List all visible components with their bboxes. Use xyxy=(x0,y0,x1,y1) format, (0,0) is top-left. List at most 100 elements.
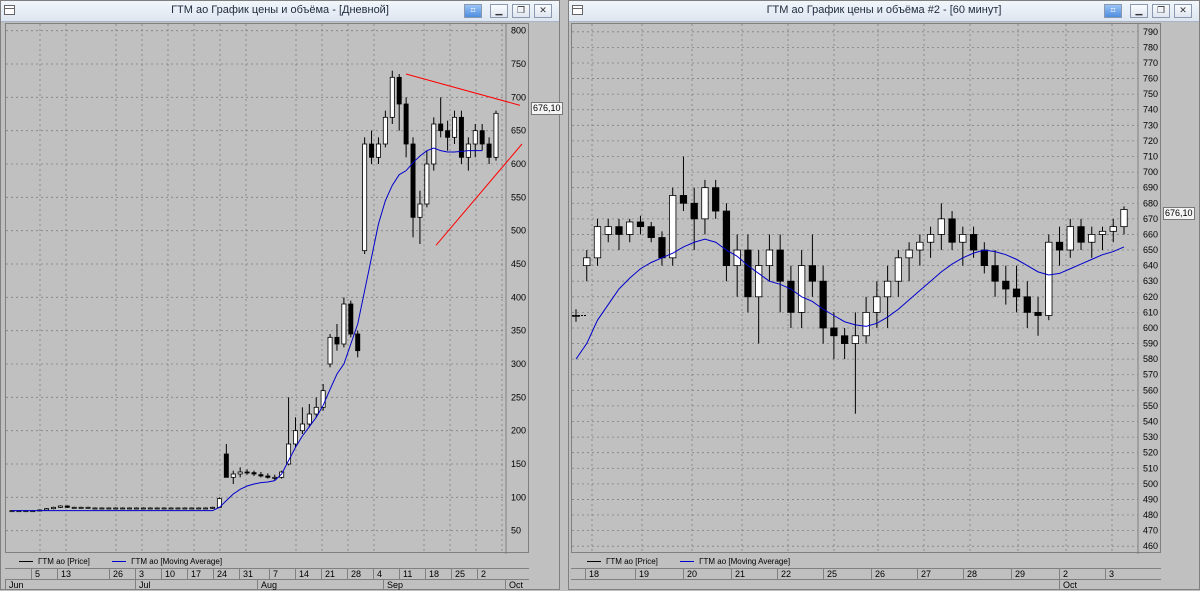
x-tick-month: Sep xyxy=(383,580,403,590)
candle-body xyxy=(765,249,774,267)
x-tick-day: 11 xyxy=(399,569,412,579)
y-tick-label: 480 xyxy=(1143,510,1158,520)
y-tick-label: 650 xyxy=(511,126,526,136)
legend-item-price: ГТМ ао [Price] xyxy=(587,557,658,566)
close-icon[interactable]: ✕ xyxy=(534,4,552,18)
y-tick-label: 610 xyxy=(1143,307,1158,317)
chart-plot-area[interactable]: 50 100 150 200 250 300 350 400 450 500 550 600 650 70… xyxy=(5,23,529,554)
candle-body xyxy=(341,303,347,345)
y-tick-label: 800 xyxy=(511,26,526,36)
y-tick-label: 460 xyxy=(1143,541,1158,551)
candle-body xyxy=(313,406,319,415)
candle-body xyxy=(583,257,591,267)
y-tick-label: 100 xyxy=(511,492,526,502)
candle-body xyxy=(306,413,312,425)
y-tick-label: 690 xyxy=(1143,183,1158,193)
y-tick-label: 520 xyxy=(1143,448,1158,458)
candle-body xyxy=(615,226,623,235)
x-tick-day: 28 xyxy=(347,569,361,579)
pin-icon[interactable]: ⌗ xyxy=(1104,4,1122,18)
candle-body xyxy=(431,123,437,165)
y-tick-label: 780 xyxy=(1143,42,1158,52)
candle-body xyxy=(636,221,645,228)
candle-body xyxy=(113,507,119,510)
candle-body xyxy=(189,507,195,510)
candle-body xyxy=(64,505,70,508)
candle-body xyxy=(355,333,361,352)
candle-body xyxy=(798,265,806,313)
candle-body xyxy=(980,249,988,267)
candle-body xyxy=(1055,241,1064,251)
x-tick-day: 14 xyxy=(295,569,309,579)
window-titlebar[interactable]: ГТМ ао График цены и объёма #2 - [60 мин… xyxy=(569,1,1199,22)
x-tick-day: 18 xyxy=(585,569,599,579)
candle-body xyxy=(701,187,709,220)
candle-body xyxy=(647,226,655,238)
candle-body xyxy=(744,249,752,298)
candle-body xyxy=(293,430,298,445)
candle-body xyxy=(154,507,160,510)
x-tick-day: 25 xyxy=(451,569,465,579)
candle-body xyxy=(894,257,902,282)
candle-body xyxy=(120,507,126,510)
window-titlebar[interactable]: ГТМ ао График цены и объёма - [Дневной] … xyxy=(1,1,559,22)
y-tick-label: 570 xyxy=(1143,370,1158,380)
y-tick-label: 560 xyxy=(1143,385,1158,395)
x-tick-day: 17 xyxy=(187,569,201,579)
candle-body xyxy=(203,507,209,510)
close-icon[interactable]: ✕ xyxy=(1174,4,1192,18)
y-tick-label: 620 xyxy=(1143,292,1158,302)
y-tick-label: 450 xyxy=(511,259,526,269)
y-tick-label: 150 xyxy=(511,459,526,469)
restore-icon[interactable]: ❐ xyxy=(1152,4,1170,18)
y-tick-label: 250 xyxy=(511,392,526,402)
y-tick-label: 490 xyxy=(1143,494,1158,504)
trendline-lower xyxy=(435,143,523,246)
restore-icon[interactable]: ❐ xyxy=(512,4,530,18)
candle-body xyxy=(44,508,50,511)
candle-body xyxy=(1109,226,1117,232)
y-tick-label: 580 xyxy=(1143,354,1158,364)
candle-body xyxy=(905,249,913,259)
chart-svg: 460 470 480 490 500 510 520 530 540 550 560 570 580 5… xyxy=(572,24,1158,554)
chart-svg: 50 100 150 200 250 300 350 400 450 500 550 600 650 70… xyxy=(6,24,526,554)
candle-body xyxy=(196,507,202,510)
candle-body xyxy=(1012,288,1021,298)
chart-plot-area[interactable]: 460 470 480 490 500 510 520 530 540 550 560 570 580 5… xyxy=(571,23,1161,554)
x-tick-day: 25 xyxy=(823,569,837,579)
x-tick-day: 2 xyxy=(477,569,486,579)
candle-body xyxy=(841,335,849,344)
chart-legend: ГТМ ао [Price] ГТМ ао [Moving Average] xyxy=(587,557,790,566)
candle-body xyxy=(851,335,859,344)
candle-body xyxy=(78,506,84,509)
candle-body xyxy=(51,506,56,510)
candle-body xyxy=(244,471,250,474)
x-tick-day: 28 xyxy=(963,569,977,579)
candle-body xyxy=(237,471,243,475)
candle-body xyxy=(604,226,612,235)
x-axis-months: Jun Jul Aug Sep Oct xyxy=(5,579,529,591)
x-tick-day: 22 xyxy=(777,569,791,579)
candle-body xyxy=(819,280,827,329)
minimize-icon[interactable]: ▁ xyxy=(1130,4,1148,18)
y-tick-label: 640 xyxy=(1143,261,1158,271)
pin-icon[interactable]: ⌗ xyxy=(464,4,482,18)
candle-body xyxy=(452,116,457,138)
candle-body xyxy=(133,507,139,510)
y-tick-label: 530 xyxy=(1143,432,1158,442)
x-tick-day: 13 xyxy=(57,569,71,579)
candle-body xyxy=(969,234,978,251)
minimize-icon[interactable]: ▁ xyxy=(490,4,508,18)
candle-body xyxy=(334,336,340,345)
candle-body xyxy=(712,187,720,212)
candle-body xyxy=(926,234,935,243)
candle-body xyxy=(1023,296,1031,313)
candle-body xyxy=(669,195,677,259)
candle-body xyxy=(147,507,153,510)
x-tick-day: 20 xyxy=(683,569,697,579)
y-tick-label: 790 xyxy=(1143,27,1158,37)
candle-body xyxy=(71,506,77,509)
x-tick-day: 26 xyxy=(871,569,885,579)
x-tick-day: 3 xyxy=(1105,569,1114,579)
y-tick-label: 500 xyxy=(511,226,526,236)
